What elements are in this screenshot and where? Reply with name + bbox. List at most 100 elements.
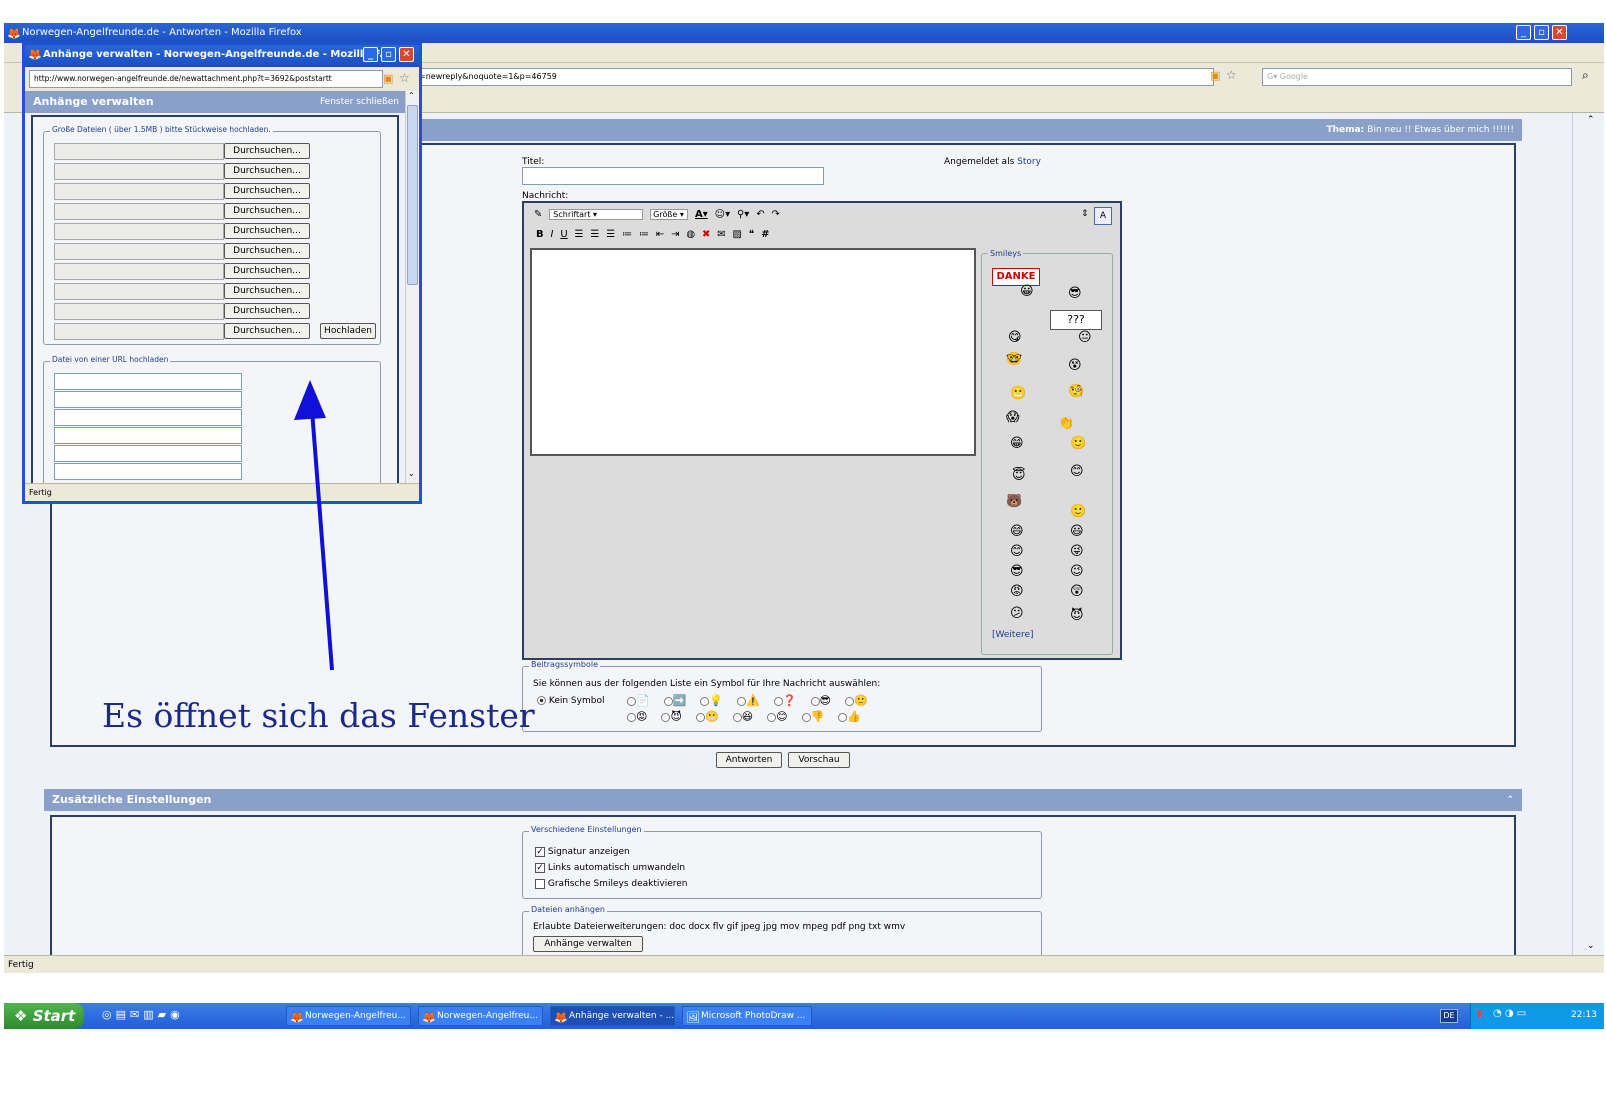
bookmark-star-icon[interactable]: ☆ xyxy=(399,71,410,85)
scroll-up-icon[interactable]: ⌃ xyxy=(408,91,415,100)
switch-mode-icon[interactable]: ✎ xyxy=(534,209,542,220)
smiley-icon[interactable]: 🤓 xyxy=(1006,352,1022,367)
quote-icon[interactable]: ❝ xyxy=(749,229,754,240)
align-left-icon[interactable]: ☰ xyxy=(575,229,584,240)
maximize-button[interactable]: ▫ xyxy=(1534,25,1549,40)
smiley-icon[interactable]: 😀 xyxy=(1020,284,1034,299)
file-input[interactable] xyxy=(54,323,224,340)
smiley-icon[interactable]: 🙂 xyxy=(1070,436,1086,451)
smiley-icon[interactable]: 😉 xyxy=(1070,564,1084,579)
minimize-button[interactable]: _ xyxy=(1516,25,1531,40)
post-icon[interactable]: 😈 xyxy=(661,710,682,723)
scroll-down-icon[interactable]: ⌄ xyxy=(408,469,415,478)
post-icon[interactable]: 👍 xyxy=(838,710,861,723)
upload-button[interactable]: Hochladen xyxy=(320,323,376,339)
code-icon[interactable]: # xyxy=(761,229,769,240)
signature-option[interactable]: ✓ Signatur anzeigen xyxy=(535,844,687,860)
smiley-icon[interactable]: 😵 xyxy=(1068,358,1082,373)
file-input[interactable] xyxy=(54,223,224,240)
font-select[interactable]: Schriftart ▾ xyxy=(549,209,644,220)
attach-menu-icon[interactable]: ⚲▾ xyxy=(737,209,749,220)
taskbar-item[interactable]: 🦊 Norwegen-Angelfreu... xyxy=(286,1006,411,1026)
extra-settings-header[interactable]: Zusätzliche Einstellungen ⌃ xyxy=(44,789,1522,811)
smiley-icon[interactable]: 😡 xyxy=(1010,584,1024,599)
link-icon[interactable]: ◍ xyxy=(686,229,695,240)
disable-smileys-option[interactable]: Grafische Smileys deaktivieren xyxy=(535,876,687,892)
post-icon[interactable]: ❓ xyxy=(773,694,797,707)
close-window-link[interactable]: Fenster schließen xyxy=(320,91,399,113)
toggle-editor-icon[interactable]: A xyxy=(1094,207,1112,225)
browse-button[interactable]: Durchsuchen... xyxy=(224,183,310,199)
bold-icon[interactable]: B xyxy=(536,229,544,240)
smiley-icon[interactable]: 😱 xyxy=(1006,410,1020,425)
text-color-icon[interactable]: A▾ xyxy=(695,209,708,220)
file-input[interactable] xyxy=(54,183,224,200)
resize-arrows-icon[interactable]: ⇕ xyxy=(1081,209,1089,219)
file-input[interactable] xyxy=(54,163,224,180)
notes-icon[interactable]: ▥ xyxy=(143,1008,157,1021)
folder-icon[interactable]: ▰ xyxy=(158,1008,170,1021)
file-input[interactable] xyxy=(54,243,224,260)
outdent-icon[interactable]: ⇤ xyxy=(656,229,664,240)
browse-button[interactable]: Durchsuchen... xyxy=(224,303,310,319)
smiley-icon[interactable]: 😊 xyxy=(1010,544,1024,559)
unordered-list-icon[interactable]: ≔ xyxy=(639,229,649,240)
align-right-icon[interactable]: ☰ xyxy=(606,229,615,240)
smiley-icon[interactable]: 😎 xyxy=(1068,286,1082,301)
post-icon[interactable]: 😡 xyxy=(627,710,647,723)
file-input[interactable] xyxy=(54,303,224,320)
more-smileys-link[interactable]: [Weitere] xyxy=(992,630,1034,640)
smiley-icon[interactable]: 😊 xyxy=(1070,464,1084,479)
file-input[interactable] xyxy=(54,283,224,300)
firefox-icon[interactable]: ◉ xyxy=(170,1008,184,1021)
browse-button[interactable]: Durchsuchen... xyxy=(224,323,310,339)
search-input[interactable]: G▾ Google xyxy=(1262,68,1572,86)
smiley-icon[interactable]: 😇 xyxy=(1012,468,1026,483)
auto-links-option[interactable]: ✓ Links automatisch umwandeln xyxy=(535,860,687,876)
taskbar-item[interactable]: 🖼 Microsoft PhotoDraw ... xyxy=(682,1006,812,1026)
preview-button[interactable]: Vorschau xyxy=(788,752,850,768)
question-smiley[interactable]: ??? xyxy=(1050,310,1102,330)
file-input[interactable] xyxy=(54,203,224,220)
url-input[interactable] xyxy=(54,373,242,390)
smiley-menu-icon[interactable]: ☺▾ xyxy=(715,209,730,220)
smiley-icon[interactable]: 😐 xyxy=(1078,330,1092,345)
indent-icon[interactable]: ⇥ xyxy=(671,229,679,240)
smiley-icon[interactable]: 👏 xyxy=(1058,416,1074,431)
image-icon[interactable]: ▨ xyxy=(732,229,741,240)
message-textarea[interactable] xyxy=(530,248,976,456)
size-select[interactable]: Größe ▾ xyxy=(650,209,689,220)
post-icon[interactable]: 💡 xyxy=(700,694,723,707)
post-icon[interactable]: ➡️ xyxy=(663,694,686,707)
scroll-up-icon[interactable]: ⌃ xyxy=(1587,115,1595,125)
file-input[interactable] xyxy=(54,263,224,280)
collapse-icon[interactable]: ⌃ xyxy=(1506,789,1514,811)
popup-close-button[interactable]: ✕ xyxy=(399,47,414,62)
ordered-list-icon[interactable]: ≔ xyxy=(622,229,632,240)
scroll-down-icon[interactable]: ⌄ xyxy=(1587,941,1595,951)
close-button[interactable]: ✕ xyxy=(1552,25,1567,40)
smiley-icon[interactable]: 😈 xyxy=(1070,608,1084,623)
reply-button[interactable]: Antworten xyxy=(716,752,782,768)
rss-icon[interactable]: ▣ xyxy=(1210,69,1220,82)
url-input[interactable] xyxy=(54,409,242,426)
post-icon[interactable]: 😎 xyxy=(810,694,831,707)
url-input[interactable] xyxy=(54,427,242,444)
desktop-icon[interactable]: ▤ xyxy=(116,1008,130,1021)
page-scrollbar[interactable]: ⌃ ⌄ xyxy=(1572,113,1604,955)
rss-icon[interactable]: ▣ xyxy=(383,72,393,85)
post-icon[interactable]: 📄 xyxy=(627,694,650,707)
post-icon[interactable]: 😊 xyxy=(767,710,788,723)
smiley-icon[interactable]: 😬 xyxy=(1010,386,1026,401)
email-icon[interactable]: ✉ xyxy=(130,1008,143,1021)
tray-icons[interactable]: ◔ ◑ ▭ xyxy=(1493,1008,1526,1019)
post-icon[interactable]: 😬 xyxy=(695,710,719,723)
popup-minimize-button[interactable]: _ xyxy=(363,47,378,62)
start-button[interactable]: ❖ Start xyxy=(4,1003,84,1029)
manage-attachments-button[interactable]: Anhänge verwalten xyxy=(533,936,643,952)
taskbar-item[interactable]: 🦊 Norwegen-Angelfreu... xyxy=(418,1006,543,1026)
url-input[interactable] xyxy=(54,463,242,480)
smiley-icon[interactable]: 😎 xyxy=(1010,564,1024,579)
popup-scroll-thumb[interactable] xyxy=(407,105,418,285)
file-input[interactable] xyxy=(54,143,224,160)
